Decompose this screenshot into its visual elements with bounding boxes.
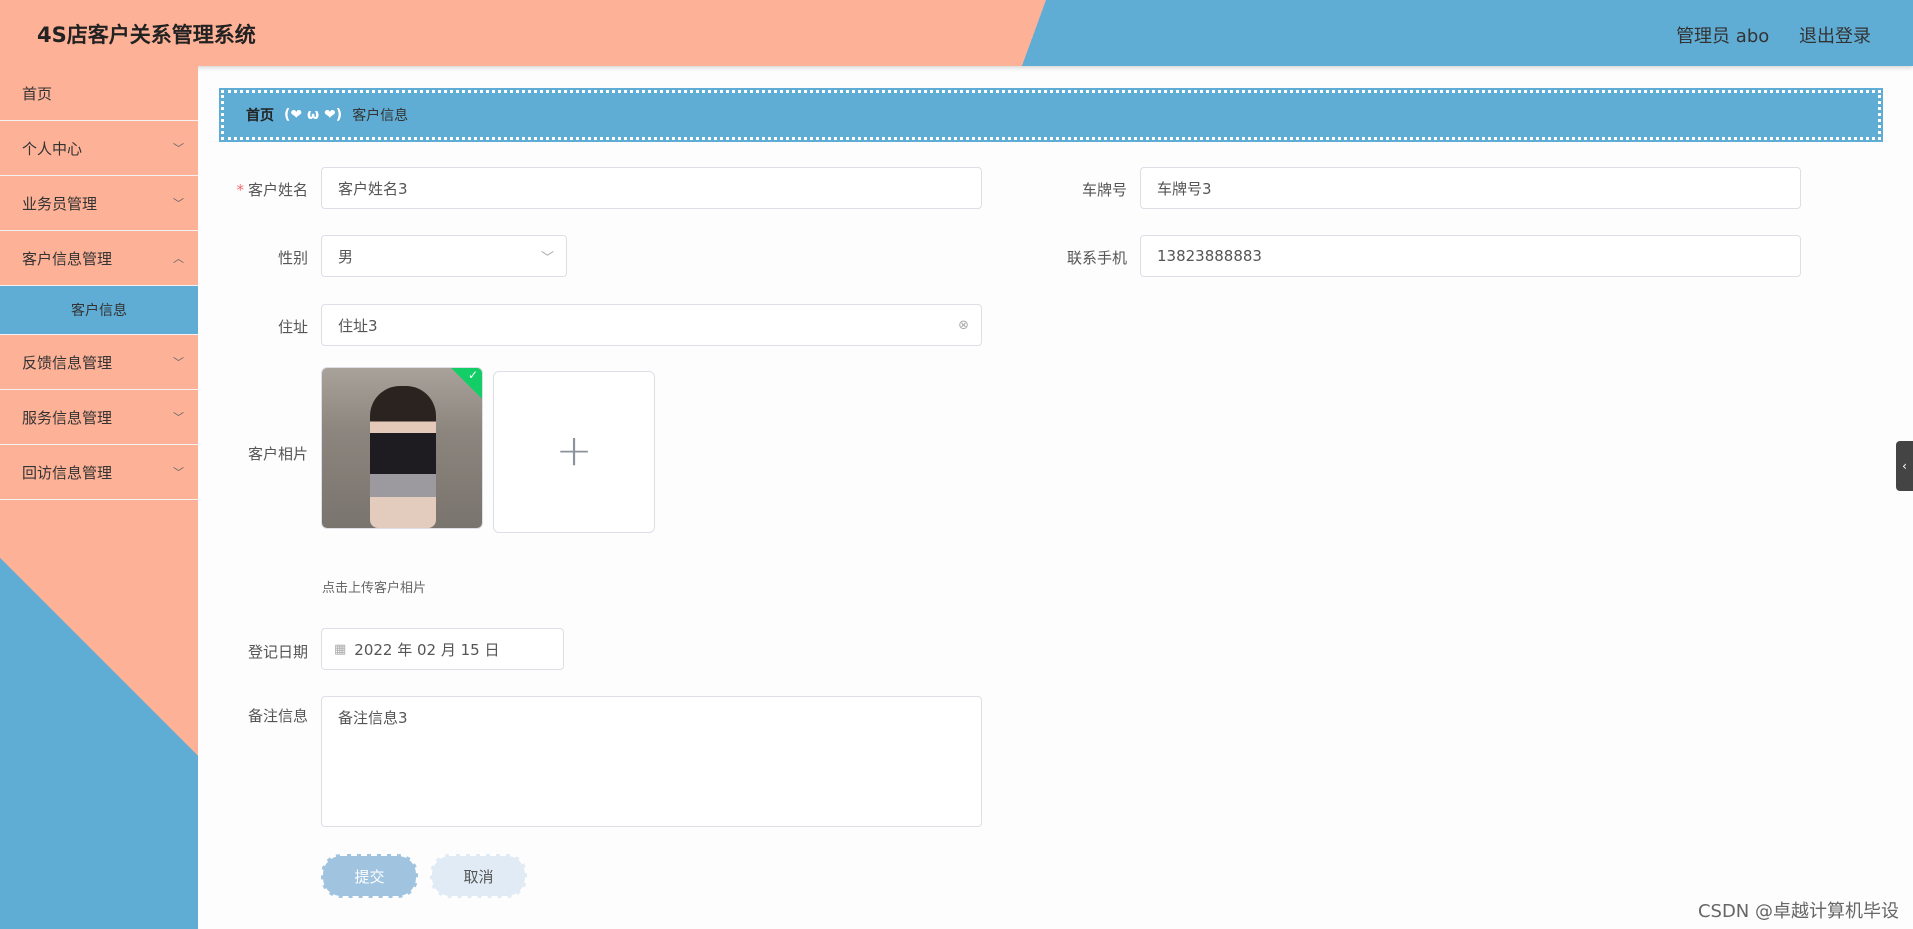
chevron-down-icon: ﹀ xyxy=(540,250,554,266)
sidebar-item-home[interactable]: 首页 xyxy=(0,66,198,121)
sidebar-item-feedback-mgmt[interactable]: 反馈信息管理 ﹀ xyxy=(0,335,198,390)
register-date-value: 2022 年 02 月 15 日 xyxy=(354,640,500,659)
phone-value: 13823888883 xyxy=(1157,247,1262,265)
plate-number-input[interactable]: 车牌号3 xyxy=(1140,167,1801,209)
chevron-up-icon: ︿ xyxy=(173,252,184,265)
chevron-down-icon: ﹀ xyxy=(173,142,184,155)
sidebar-item-label: 服务信息管理 xyxy=(22,408,113,427)
address-input[interactable]: 住址3 ⊗ xyxy=(321,304,982,346)
watermark: CSDN @卓越计算机毕设 xyxy=(1697,901,1899,922)
sidebar-item-personal-center[interactable]: 个人中心 ﹀ xyxy=(0,121,198,176)
phone-input[interactable]: 13823888883 xyxy=(1140,235,1801,277)
photo-upload-tip: 点击上传客户相片 xyxy=(322,581,427,596)
photo-figure xyxy=(370,386,436,528)
required-asterisk: * xyxy=(236,181,244,199)
customer-name-label-text: 客户姓名 xyxy=(247,181,308,199)
phone-label: 联系手机 xyxy=(1066,249,1127,267)
clear-circle-icon[interactable]: ⊗ xyxy=(958,318,969,333)
sidebar-item-customer-mgmt[interactable]: 客户信息管理 ︿ xyxy=(0,231,198,286)
chevron-left-icon: ‹ xyxy=(1902,459,1907,473)
gender-label: 性别 xyxy=(277,249,308,267)
breadcrumb-current: 客户信息 xyxy=(352,108,409,124)
sidebar-item-service-mgmt[interactable]: 服务信息管理 ﹀ xyxy=(0,390,198,445)
check-icon: ✓ xyxy=(467,368,478,382)
collapse-handle[interactable]: ‹ xyxy=(1896,441,1913,491)
chevron-down-icon: ﹀ xyxy=(173,466,184,479)
remarks-textarea[interactable]: 备注信息3 xyxy=(321,696,982,827)
breadcrumb-separator: (❤ ω ❤) xyxy=(284,107,343,123)
chevron-down-icon: ﹀ xyxy=(173,197,184,210)
customer-photo xyxy=(322,368,482,528)
sidebar-item-label: 客户信息 xyxy=(71,303,127,319)
customer-name-label: * 客户姓名 xyxy=(208,179,308,200)
plate-number-label: 车牌号 xyxy=(1081,181,1127,199)
submit-button[interactable]: 提交 xyxy=(321,854,418,898)
logout-link[interactable]: 退出登录 xyxy=(1799,26,1871,47)
breadcrumb-home[interactable]: 首页 xyxy=(246,105,274,125)
chevron-down-icon: ﹀ xyxy=(173,356,184,369)
photo-label: 客户相片 xyxy=(247,445,308,463)
plus-icon: + xyxy=(555,425,593,477)
address-value: 住址3 xyxy=(338,316,378,335)
remarks-label: 备注信息 xyxy=(247,707,308,725)
sidebar-item-label: 个人中心 xyxy=(22,139,83,158)
admin-user-label[interactable]: 管理员 abo xyxy=(1676,26,1769,47)
gender-select[interactable]: 男 ﹀ xyxy=(321,235,567,277)
header-user-area: 管理员 abo 退出登录 xyxy=(1652,22,1871,48)
sidebar-item-label: 反馈信息管理 xyxy=(22,353,113,372)
gender-value: 男 xyxy=(338,247,354,266)
plate-number-value: 车牌号3 xyxy=(1157,179,1212,198)
top-header: 4S店客户关系管理系统 管理员 abo 退出登录 xyxy=(0,0,1913,66)
register-date-label: 登记日期 xyxy=(247,643,308,661)
breadcrumb: 首页 (❤ ω ❤) 客户信息 xyxy=(219,88,1883,142)
chevron-down-icon: ﹀ xyxy=(173,411,184,424)
uploaded-photo-card[interactable]: ✓ xyxy=(321,367,483,529)
customer-name-value: 客户姓名3 xyxy=(338,179,408,198)
sidebar-item-label: 客户信息管理 xyxy=(22,249,113,268)
address-label: 住址 xyxy=(277,318,308,336)
app-title: 4S店客户关系管理系统 xyxy=(37,23,256,47)
sidebar-item-salesperson-mgmt[interactable]: 业务员管理 ﹀ xyxy=(0,176,198,231)
sidebar: 首页 个人中心 ﹀ 业务员管理 ﹀ 客户信息管理 ︿ 客户信息 反馈信息管理 ﹀… xyxy=(0,66,198,929)
remarks-value: 备注信息3 xyxy=(338,709,408,727)
register-date-picker[interactable]: ▦ 2022 年 02 月 15 日 xyxy=(321,628,564,670)
sidebar-item-label: 回访信息管理 xyxy=(22,463,113,482)
sidebar-item-label: 首页 xyxy=(22,84,53,103)
calendar-icon: ▦ xyxy=(334,641,347,657)
customer-name-input[interactable]: 客户姓名3 xyxy=(321,167,982,209)
upload-photo-button[interactable]: + xyxy=(493,371,655,533)
sidebar-subitem-customer-info[interactable]: 客户信息 xyxy=(0,286,198,335)
cancel-button[interactable]: 取消 xyxy=(430,854,527,898)
sidebar-item-visit-mgmt[interactable]: 回访信息管理 ﹀ xyxy=(0,445,198,500)
sidebar-item-label: 业务员管理 xyxy=(22,194,98,213)
